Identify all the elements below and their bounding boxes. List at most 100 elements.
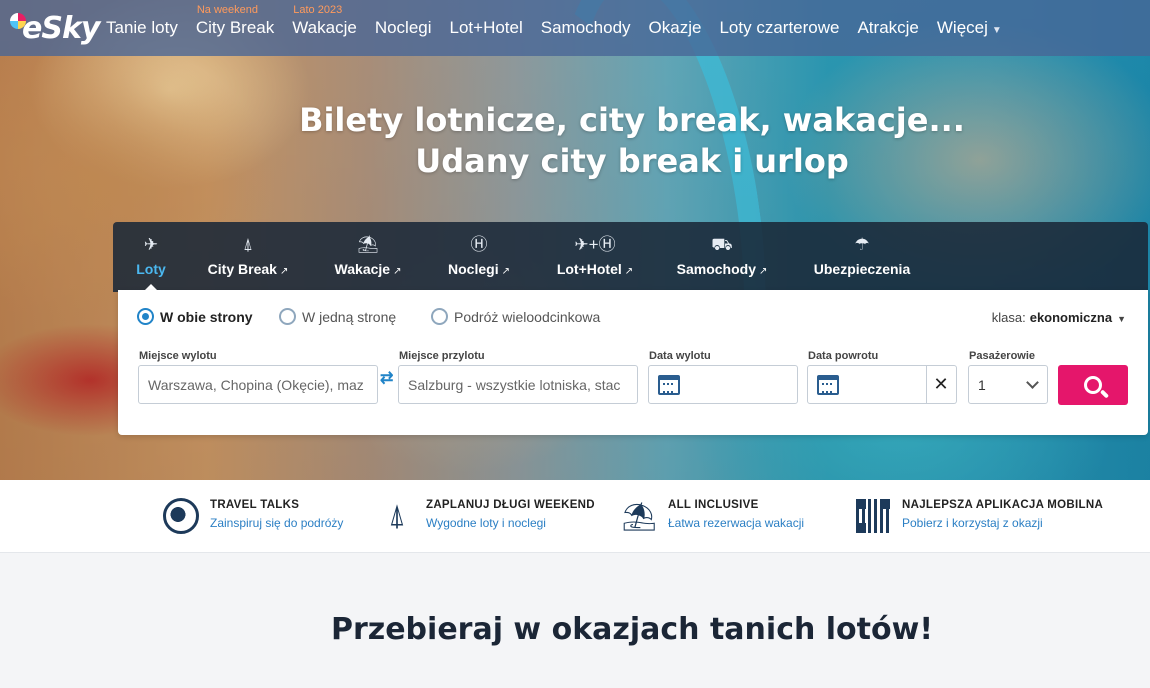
tab-label: Wakacje bbox=[334, 261, 391, 277]
nav-label: City Break bbox=[195, 18, 275, 37]
nav-tag: Na weekend bbox=[196, 4, 258, 16]
nav-item-wakacje[interactable]: Lato 2023 Wakacje bbox=[292, 4, 357, 38]
globe-icon bbox=[162, 497, 200, 535]
nav-tag: Lato 2023 bbox=[293, 4, 343, 16]
nav-label: Okazje bbox=[648, 18, 702, 37]
radio-label: Podróż wieloodcinkowa bbox=[454, 308, 601, 325]
trip-type-one-way[interactable]: W jedną stronę bbox=[279, 308, 396, 325]
calendar-icon bbox=[817, 374, 839, 395]
nav-item-samochody[interactable]: Samochody bbox=[541, 18, 631, 38]
esky-logo[interactable]: eSky bbox=[10, 8, 100, 48]
beach-umbrella-icon: ⛱ bbox=[357, 235, 379, 254]
feature-link[interactable]: Pobierz i korzystaj z okazji bbox=[902, 516, 1103, 530]
nav-item-tanie-loty[interactable]: Tanie loty bbox=[106, 18, 178, 38]
nav-item-loty-czarterowe[interactable]: Loty czarterowe bbox=[719, 18, 839, 38]
tab-label: Lot+Hotel bbox=[556, 261, 622, 277]
nav-item-city-break[interactable]: Na weekend City Break bbox=[195, 4, 275, 38]
logo-text: eSky bbox=[22, 10, 100, 46]
nav-label: Loty czarterowe bbox=[719, 18, 840, 37]
feature-link[interactable]: Wygodne loty i noclegi bbox=[426, 516, 595, 530]
feature-title: TRAVEL TALKS bbox=[210, 499, 300, 511]
nav-item-atrakcje[interactable]: Atrakcje bbox=[857, 18, 918, 38]
tab-loty[interactable]: ✈ Loty bbox=[121, 222, 181, 292]
umbrella-icon: ☂ bbox=[854, 235, 870, 254]
plane-hotel-icon: ✈+Ⓗ bbox=[574, 235, 616, 254]
radio-dot bbox=[431, 308, 448, 325]
nav-label: Samochody bbox=[540, 18, 631, 37]
external-link-icon: ↗ bbox=[758, 266, 768, 277]
trip-type-round-trip[interactable]: W obie strony bbox=[137, 308, 253, 325]
swap-airports-icon[interactable]: ⇄ bbox=[380, 371, 393, 387]
tab-lot-hotel[interactable]: ✈+Ⓗ Lot+Hotel ↗ bbox=[547, 222, 643, 292]
passengers-select[interactable]: 1 bbox=[968, 365, 1048, 404]
features-strip: TRAVEL TALKS Zainspiruj się do podróży ⍋… bbox=[0, 480, 1150, 553]
clear-return-date-icon[interactable]: ✕ bbox=[926, 365, 957, 404]
radio-dot bbox=[279, 308, 296, 325]
qr-code-icon bbox=[854, 497, 892, 535]
tab-label: Samochody bbox=[676, 261, 756, 277]
chevron-down-icon bbox=[1026, 376, 1039, 389]
eiffel-tower-icon: ⍋ bbox=[242, 235, 254, 254]
external-link-icon: ↗ bbox=[279, 266, 289, 277]
passengers-value: 1 bbox=[978, 376, 986, 393]
tab-label: Noclegi bbox=[448, 261, 499, 277]
nav-label: Noclegi bbox=[374, 18, 432, 37]
feature-mobile-app[interactable]: NAJLEPSZA APLIKACJA MOBILNA Pobierz i ko… bbox=[854, 497, 1103, 535]
to-label: Miejsce przylotu bbox=[399, 350, 485, 362]
to-value: Salzburg - wszystkie lotniska, stac bbox=[408, 376, 621, 393]
search-tabs: ✈ Loty ⍋ City Break ↗ ⛱ Wakacje ↗ Ⓗ Nocleg… bbox=[113, 222, 1148, 292]
nav-label: Wakacje bbox=[292, 18, 357, 37]
tab-label: Ubezpieczenia bbox=[813, 261, 911, 277]
from-input[interactable]: Warszawa, Chopina (Okęcie), maz bbox=[138, 365, 378, 404]
passengers-label: Pasażerowie bbox=[969, 350, 1036, 362]
tab-label: Loty bbox=[136, 261, 166, 277]
radio-label: W obie strony bbox=[160, 308, 253, 325]
search-button[interactable] bbox=[1058, 365, 1128, 405]
nav-item-lot-hotel[interactable]: Lot+Hotel bbox=[450, 18, 523, 38]
to-input[interactable]: Salzburg - wszystkie lotniska, stac bbox=[398, 365, 638, 404]
return-date-input[interactable] bbox=[807, 365, 927, 404]
tab-label: City Break bbox=[207, 261, 277, 277]
search-icon bbox=[1084, 376, 1102, 394]
flight-search-form: W obie strony W jedną stronę Podróż wiel… bbox=[118, 290, 1148, 435]
radio-dot bbox=[137, 308, 154, 325]
nav-label: Lot+Hotel bbox=[449, 18, 523, 37]
feature-long-weekend[interactable]: ⍋ ZAPLANUJ DŁUGI WEEKEND Wygodne loty i … bbox=[378, 497, 595, 535]
feature-link[interactable]: Zainspiruj się do podróży bbox=[210, 516, 343, 530]
radio-label: W jedną stronę bbox=[302, 308, 397, 325]
depart-date-input[interactable] bbox=[648, 365, 798, 404]
external-link-icon: ↗ bbox=[624, 266, 634, 277]
eiffel-tower-icon: ⍋ bbox=[388, 499, 406, 532]
nav-item-noclegi[interactable]: Noclegi bbox=[375, 18, 432, 38]
nav-item-wiecej[interactable]: Więcej ▼ bbox=[937, 18, 1002, 38]
tab-noclegi[interactable]: Ⓗ Noclegi ↗ bbox=[439, 222, 519, 292]
chevron-down-icon: ▼ bbox=[1117, 314, 1126, 324]
tab-ubezpieczenia[interactable]: ☂ Ubezpieczenia bbox=[807, 222, 917, 292]
trip-type-multi-city[interactable]: Podróż wieloodcinkowa bbox=[431, 308, 600, 325]
feature-title: NAJLEPSZA APLIKACJA MOBILNA bbox=[902, 499, 1104, 511]
hero-headline: Bilety lotnicze, city break, wakacje... … bbox=[0, 100, 1150, 182]
tab-wakacje[interactable]: ⛱ Wakacje ↗ bbox=[325, 222, 411, 292]
hero-headline-line2: Udany city break i urlop bbox=[415, 142, 849, 180]
tab-samochody[interactable]: ⛟ Samochody ↗ bbox=[669, 222, 775, 292]
deals-section-title: Przebieraj w okazjach tanich lotów! bbox=[330, 612, 934, 647]
class-selector[interactable]: klasa: ekonomiczna ▼ bbox=[992, 310, 1126, 325]
depart-date-label: Data wylotu bbox=[649, 350, 711, 362]
nav-item-okazje[interactable]: Okazje bbox=[649, 18, 702, 38]
chevron-down-icon: ▼ bbox=[991, 25, 1002, 36]
feature-travel-talks[interactable]: TRAVEL TALKS Zainspiruj się do podróży bbox=[162, 497, 343, 535]
hotel-icon: Ⓗ bbox=[470, 235, 488, 254]
nav-label: Atrakcje bbox=[857, 18, 919, 37]
from-label: Miejsce wylotu bbox=[139, 350, 217, 362]
nav-label: Tanie loty bbox=[106, 18, 178, 37]
hero-headline-line1: Bilety lotnicze, city break, wakacje... bbox=[299, 101, 965, 139]
feature-title: ALL INCLUSIVE bbox=[668, 499, 759, 511]
external-link-icon: ↗ bbox=[393, 266, 402, 277]
tab-city-break[interactable]: ⍋ City Break ↗ bbox=[199, 222, 297, 292]
beach-umbrella-icon: ⛱ bbox=[621, 500, 657, 532]
feature-link[interactable]: Łatwa rezerwacja wakacji bbox=[668, 516, 804, 530]
external-link-icon: ↗ bbox=[501, 266, 510, 277]
return-date-label: Data powrotu bbox=[808, 350, 879, 362]
top-navigation: eSky Tanie loty Na weekend City Break Lat… bbox=[0, 0, 1150, 56]
feature-all-inclusive[interactable]: ⛱ ALL INCLUSIVE Łatwa rezerwacja wakacji bbox=[620, 497, 804, 535]
